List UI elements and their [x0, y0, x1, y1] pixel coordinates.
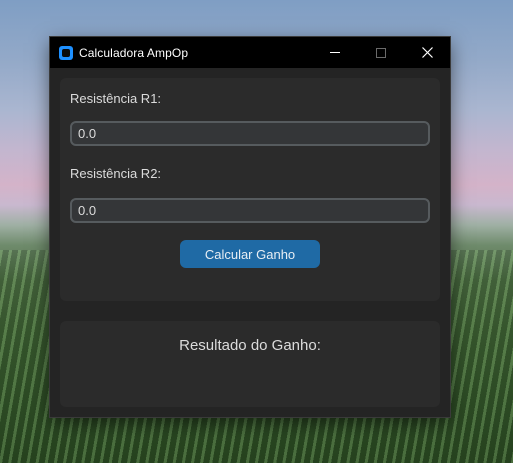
title-bar[interactable]: Calculadora AmpOp [50, 37, 450, 68]
r1-label: Resistência R1: [70, 91, 162, 106]
r1-input[interactable] [70, 121, 430, 146]
close-button[interactable] [404, 37, 450, 68]
window-title: Calculadora AmpOp [79, 45, 189, 60]
maximize-icon [376, 47, 386, 58]
r2-label: Resistência R2: [70, 166, 162, 181]
input-frame: Resistência R1: Resistência R2: Calcular… [60, 78, 440, 301]
r2-input[interactable] [70, 198, 430, 223]
window-controls [312, 37, 450, 68]
maximize-button[interactable] [358, 37, 404, 68]
result-label: Resultado do Ganho: [179, 337, 321, 354]
app-window: Calculadora AmpOp Resistência R1: 0.0 Re… [50, 37, 450, 417]
result-frame: Resultado do Ganho: [60, 321, 440, 407]
calculate-gain-button[interactable]: Calcular Ganho [180, 240, 320, 268]
minimize-icon [330, 52, 340, 53]
app-icon [59, 45, 73, 60]
minimize-button[interactable] [312, 37, 358, 68]
desktop-wallpaper: Calculadora AmpOp Resistência R1: 0.0 Re… [0, 0, 513, 463]
close-icon [421, 47, 433, 58]
